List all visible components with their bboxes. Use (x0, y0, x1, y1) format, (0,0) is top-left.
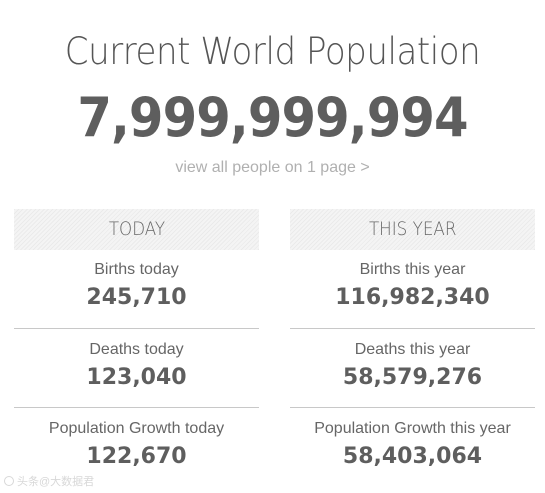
stat-value: 122,670 (86, 444, 187, 469)
stat-value: 116,982,340 (335, 285, 490, 310)
deaths-year-stat: Deaths this year 58,579,276 (290, 329, 535, 408)
growth-year-stat: Population Growth this year 58,403,064 (290, 408, 535, 487)
births-today-stat: Births today 245,710 (14, 250, 259, 329)
watermark: 头条@大数据君 (4, 473, 94, 489)
today-heading: TODAY (108, 218, 165, 240)
stat-label: Deaths this year (354, 341, 471, 358)
today-header: TODAY (14, 209, 259, 250)
births-year-stat: Births this year 116,982,340 (290, 250, 535, 329)
stat-label: Deaths today (89, 341, 184, 358)
page-title: Current World Population (64, 30, 481, 73)
stat-label: Population Growth this year (314, 420, 511, 437)
stat-label: Population Growth today (48, 420, 225, 437)
population-page: Current World Population 7,999,999,994 v… (0, 0, 545, 493)
this-year-heading: THIS YEAR (368, 218, 457, 240)
this-year-stats: Births this year 116,982,340 Deaths this… (290, 250, 535, 487)
this-year-column: THIS YEAR Births this year 116,982,340 D… (290, 209, 535, 487)
stat-value: 58,579,276 (342, 365, 483, 390)
stat-label: Births today (94, 261, 179, 278)
watermark-text: 头条@大数据君 (17, 476, 95, 488)
stat-label: Births this year (359, 261, 466, 278)
watermark-logo-icon (4, 476, 14, 486)
view-all-people-link[interactable]: view all people on 1 page > (0, 159, 545, 177)
deaths-today-stat: Deaths today 123,040 (14, 329, 259, 408)
today-column: TODAY Births today 245,710 Deaths today … (14, 209, 259, 487)
population-counter: 7,999,999,994 (77, 86, 468, 149)
stat-value: 58,403,064 (342, 444, 483, 469)
stat-value: 245,710 (86, 285, 187, 310)
this-year-header: THIS YEAR (290, 209, 535, 250)
stat-value: 123,040 (86, 365, 187, 390)
today-stats: Births today 245,710 Deaths today 123,04… (14, 250, 259, 487)
